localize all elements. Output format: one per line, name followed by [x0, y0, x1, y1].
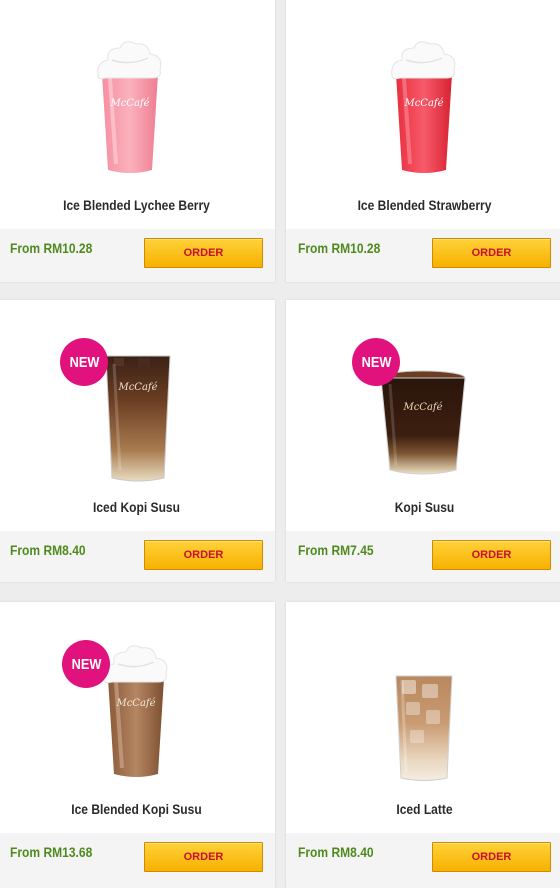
product-card[interactable]: McCafé Ice Blended Lychee Berry From RM1… — [0, 0, 275, 282]
svg-text:McCafé: McCafé — [115, 698, 155, 709]
product-card[interactable]: Iced Latte From RM8.40 ORDER — [286, 602, 560, 888]
product-price: From RM8.40 — [298, 844, 374, 860]
product-image-area[interactable]: Iced Latte — [286, 602, 560, 833]
product-footer: From RM10.28 ORDER — [0, 229, 275, 282]
svg-text:McCafé: McCafé — [402, 402, 442, 413]
order-button[interactable]: ORDER — [432, 238, 551, 268]
product-image: McCafé — [380, 370, 466, 475]
product-footer: From RM13.68 ORDER — [0, 833, 275, 888]
svg-text:McCafé: McCafé — [109, 98, 149, 109]
svg-text:McCafé: McCafé — [403, 98, 443, 109]
product-image: McCafé — [105, 355, 171, 482]
product-price: From RM13.68 — [10, 844, 93, 860]
product-image — [395, 675, 453, 781]
product-image: McCafé — [391, 41, 456, 173]
product-footer: From RM10.28 ORDER — [286, 229, 560, 282]
product-image-area[interactable]: McCafé NEW Ice Blended Kopi Susu — [0, 602, 275, 833]
product-name: Kopi Susu — [394, 499, 455, 515]
order-button[interactable]: ORDER — [144, 238, 263, 268]
product-price: From RM10.28 — [298, 240, 381, 256]
product-card[interactable]: McCafé Ice Blended Strawberry From RM10.… — [286, 0, 560, 282]
product-footer: From RM7.45 ORDER — [286, 531, 560, 582]
new-badge: NEW — [60, 338, 108, 386]
product-card[interactable]: McCafé NEW Ice Blended Kopi Susu From RM… — [0, 602, 275, 888]
product-image-area[interactable]: McCafé Ice Blended Lychee Berry — [0, 0, 275, 229]
product-name: Ice Blended Kopi Susu — [71, 801, 202, 817]
svg-text:McCafé: McCafé — [117, 382, 157, 393]
new-badge: NEW — [352, 338, 400, 386]
product-footer: From RM8.40 ORDER — [286, 833, 560, 888]
order-button[interactable]: ORDER — [432, 842, 551, 872]
product-image: McCafé — [97, 41, 162, 173]
order-button[interactable]: ORDER — [144, 842, 263, 872]
new-badge: NEW — [62, 640, 110, 688]
product-name: Ice Blended Strawberry — [357, 197, 492, 213]
product-name: Iced Kopi Susu — [93, 499, 180, 515]
product-image-area[interactable]: McCafé NEW Iced Kopi Susu — [0, 300, 275, 531]
product-name: Iced Latte — [396, 801, 453, 817]
product-price: From RM10.28 — [10, 240, 93, 256]
product-image-area[interactable]: McCafé NEW Kopi Susu — [286, 300, 560, 531]
order-button[interactable]: ORDER — [432, 540, 551, 570]
order-button[interactable]: ORDER — [144, 540, 263, 570]
product-card[interactable]: McCafé NEW Iced Kopi Susu From RM8.40 OR… — [0, 300, 275, 582]
product-price: From RM7.45 — [298, 542, 374, 558]
product-card[interactable]: McCafé NEW Kopi Susu From RM7.45 ORDER — [286, 300, 560, 582]
product-name: Ice Blended Lychee Berry — [63, 197, 210, 213]
product-price: From RM8.40 — [10, 542, 86, 558]
product-footer: From RM8.40 ORDER — [0, 531, 275, 582]
product-image-area[interactable]: McCafé Ice Blended Strawberry — [286, 0, 560, 229]
